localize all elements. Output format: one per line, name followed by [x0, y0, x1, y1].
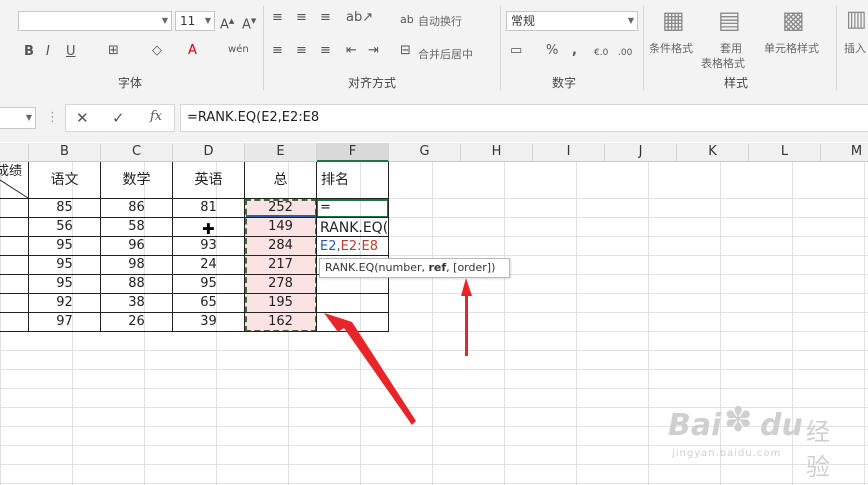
watermark-brand: Bai — [668, 408, 722, 443]
paw-icon: ✽ — [724, 400, 753, 440]
watermark-url: jingyan.baidu.com — [672, 448, 782, 459]
watermark-brand-2: du — [760, 408, 803, 443]
watermark-cn: 经验 — [806, 418, 830, 481]
arrow-diagonal — [324, 313, 416, 425]
arrow-vertical — [461, 278, 472, 356]
